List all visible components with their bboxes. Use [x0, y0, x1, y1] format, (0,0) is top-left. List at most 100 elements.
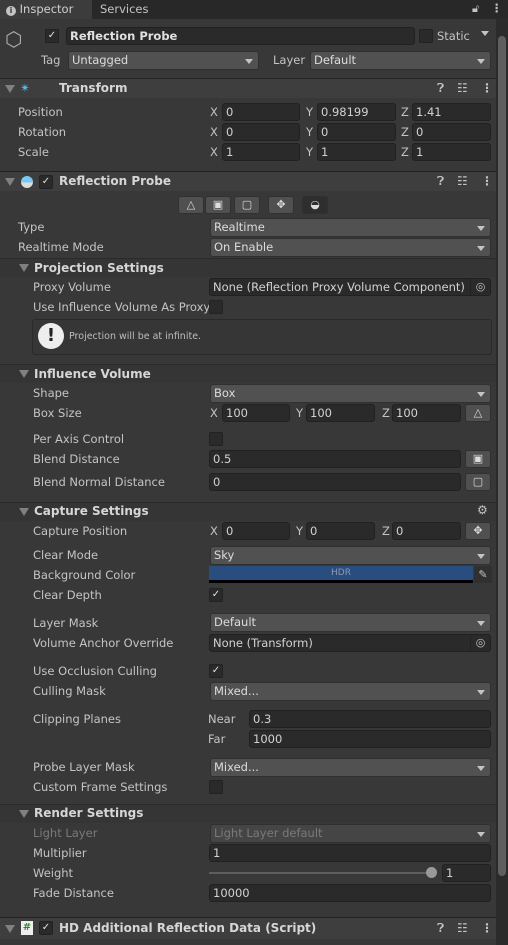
- edit-blend-normal-icon[interactable]: ▢: [465, 473, 491, 491]
- axis-z[interactable]: Z: [382, 522, 390, 540]
- weight-slider-thumb[interactable]: [426, 867, 437, 878]
- foldout-icon[interactable]: [19, 370, 29, 378]
- component-title: Reflection Probe: [59, 174, 172, 188]
- axis-y[interactable]: Y: [306, 103, 313, 121]
- y-field[interactable]: 0.98199: [317, 103, 396, 121]
- foldout-icon[interactable]: [5, 925, 15, 933]
- axis-x[interactable]: X: [210, 143, 218, 161]
- background-color-swatch[interactable]: HDR: [209, 566, 473, 583]
- presets-icon[interactable]: ☷: [457, 918, 468, 938]
- capture-x-field[interactable]: 0: [222, 522, 290, 540]
- y-field[interactable]: 0: [317, 123, 396, 141]
- lock-icon[interactable]: 🔓︎: [472, 2, 479, 16]
- clear-mode-dropdown[interactable]: Sky: [210, 546, 491, 565]
- use-influence-checkbox[interactable]: [209, 300, 223, 314]
- move-capture-icon[interactable]: ✥: [465, 522, 491, 540]
- probe-layer-mask-dropdown[interactable]: Mixed...: [210, 758, 491, 777]
- edit-blend-normal-icon[interactable]: ▢: [234, 196, 260, 214]
- type-dropdown[interactable]: Realtime: [210, 218, 491, 237]
- gameobject-icon[interactable]: ⬡: [5, 27, 22, 51]
- far-field[interactable]: 1000: [249, 730, 491, 748]
- weight-slider-track[interactable]: [209, 872, 434, 874]
- axis-y[interactable]: Y: [306, 143, 313, 161]
- help-icon[interactable]: ❓︎: [437, 78, 444, 98]
- tab-label: Inspector: [19, 2, 74, 16]
- more-icon[interactable]: ⋮: [481, 78, 493, 98]
- z-field[interactable]: 1: [412, 143, 491, 161]
- presets-icon[interactable]: ☷: [457, 78, 468, 98]
- clear-depth-checkbox[interactable]: ✓: [209, 588, 223, 602]
- box-y-field[interactable]: 100: [306, 404, 375, 422]
- culling-mask-dropdown[interactable]: Mixed...: [210, 682, 491, 701]
- preview-sphere-icon[interactable]: ◒: [302, 196, 328, 214]
- proxy-volume-field[interactable]: None (Reflection Proxy Volume Component)…: [209, 278, 491, 296]
- static-dropdown-icon[interactable]: [481, 31, 489, 36]
- tab-services[interactable]: Services: [100, 0, 149, 19]
- box-z-field[interactable]: 100: [392, 404, 461, 422]
- object-picker-icon[interactable]: ◎: [470, 279, 490, 295]
- custom-frame-checkbox[interactable]: [209, 780, 223, 794]
- x-field[interactable]: 0: [222, 123, 300, 141]
- volume-anchor-field[interactable]: None (Transform) ◎: [209, 634, 491, 652]
- per-axis-checkbox[interactable]: [209, 432, 223, 446]
- shape-dropdown[interactable]: Box: [210, 384, 491, 403]
- occlusion-culling-checkbox[interactable]: ✓: [209, 664, 223, 678]
- box-x-field[interactable]: 100: [222, 404, 290, 422]
- tag-dropdown[interactable]: Untagged: [68, 51, 259, 70]
- enabled-checkbox[interactable]: ✓: [39, 921, 53, 935]
- help-icon[interactable]: ❓︎: [437, 171, 444, 191]
- realtime-mode-dropdown[interactable]: On Enable: [210, 238, 491, 257]
- layer-mask-dropdown[interactable]: Default: [210, 613, 491, 632]
- axis-z[interactable]: Z: [401, 103, 409, 121]
- axis-x[interactable]: X: [210, 404, 218, 422]
- z-field[interactable]: 0: [412, 123, 491, 141]
- scrollbar-thumb[interactable]: [498, 36, 506, 876]
- foldout-icon[interactable]: [5, 85, 15, 93]
- axis-z[interactable]: Z: [401, 143, 409, 161]
- foldout-icon[interactable]: [19, 810, 29, 818]
- layer-dropdown[interactable]: Default: [310, 51, 491, 70]
- eyedropper-icon[interactable]: ✎: [474, 566, 492, 583]
- tab-inspector[interactable]: i Inspector: [0, 0, 92, 19]
- edit-blend-icon[interactable]: ▣: [465, 450, 491, 468]
- axis-y[interactable]: Y: [296, 522, 303, 540]
- foldout-icon[interactable]: [19, 264, 29, 272]
- blend-distance-field[interactable]: 0.5: [209, 450, 461, 468]
- multiplier-field[interactable]: 1: [209, 844, 491, 862]
- static-checkbox[interactable]: [419, 29, 433, 43]
- weight-field[interactable]: 1: [442, 864, 491, 882]
- edit-influence-icon[interactable]: △: [465, 404, 491, 422]
- edit-influence-icon[interactable]: △: [178, 196, 204, 214]
- active-checkbox[interactable]: ✓: [45, 29, 59, 43]
- move-capture-icon[interactable]: ✥: [268, 196, 294, 214]
- more-icon[interactable]: ⋮: [491, 1, 503, 15]
- near-field[interactable]: 0.3: [249, 710, 491, 728]
- more-icon[interactable]: ⋮: [481, 171, 493, 191]
- y-field[interactable]: 1: [317, 143, 396, 161]
- capture-y-field[interactable]: 0: [306, 522, 375, 540]
- axis-y[interactable]: Y: [306, 123, 313, 141]
- capture-z-field[interactable]: 0: [392, 522, 461, 540]
- enabled-checkbox[interactable]: ✓: [39, 175, 53, 189]
- x-field[interactable]: 1: [222, 143, 300, 161]
- blend-normal-field[interactable]: 0: [209, 473, 461, 491]
- foldout-icon[interactable]: [19, 508, 29, 516]
- axis-z[interactable]: Z: [382, 404, 390, 422]
- fade-distance-field[interactable]: 10000: [209, 884, 491, 902]
- axis-x[interactable]: X: [210, 522, 218, 540]
- foldout-icon[interactable]: [5, 178, 15, 186]
- edit-blend-icon[interactable]: ▣: [205, 196, 231, 214]
- axis-z[interactable]: Z: [401, 123, 409, 141]
- help-icon[interactable]: ❓︎: [437, 918, 444, 938]
- axis-y[interactable]: Y: [296, 404, 303, 422]
- z-field[interactable]: 1.41: [412, 103, 491, 121]
- more-icon[interactable]: ⋮: [481, 918, 493, 938]
- section-title: Influence Volume: [34, 367, 151, 381]
- name-field[interactable]: Reflection Probe: [66, 27, 415, 45]
- axis-x[interactable]: X: [210, 103, 218, 121]
- axis-x[interactable]: X: [210, 123, 218, 141]
- object-picker-icon[interactable]: ◎: [470, 635, 490, 651]
- x-field[interactable]: 0: [222, 103, 300, 121]
- settings-gear-icon[interactable]: ⚙: [477, 500, 488, 520]
- presets-icon[interactable]: ☷: [457, 171, 468, 191]
